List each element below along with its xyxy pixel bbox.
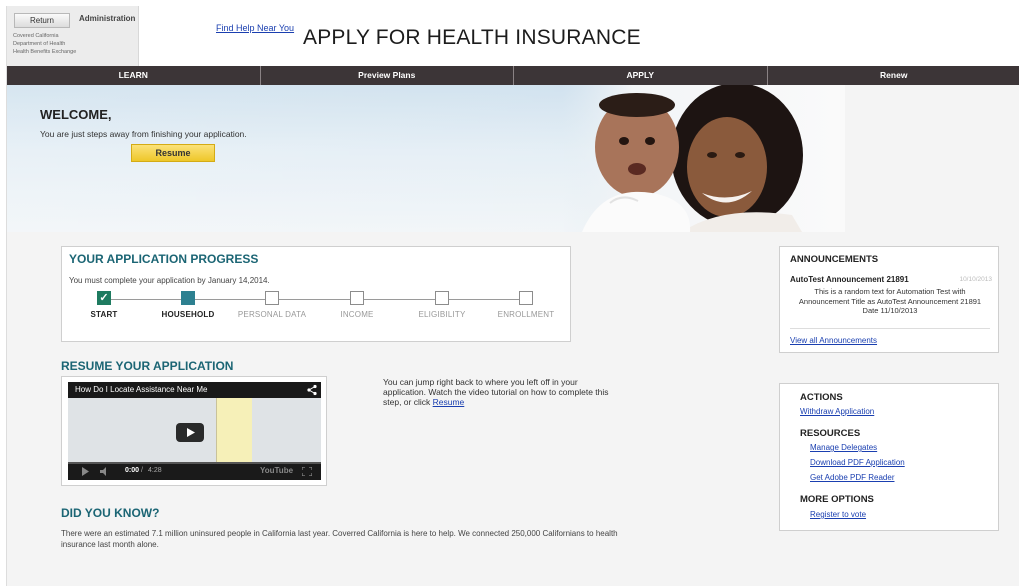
announcements-title: ANNOUNCEMENTS	[790, 254, 879, 265]
find-help-link[interactable]: Find Help Near You	[216, 23, 294, 33]
video-time-current: 0:00	[125, 467, 140, 474]
announcement-date: 10/10/2013	[959, 276, 992, 283]
mother-and-child-photo	[562, 85, 845, 232]
step-enrollment[interactable]: ENROLLMENT	[476, 291, 576, 319]
nav-item-renew[interactable]: Renew	[768, 66, 1019, 85]
did-you-know-text: There were an estimated 7.1 million unin…	[61, 529, 618, 549]
resume-description: You can jump right back to where you lef…	[383, 377, 623, 407]
register-to-vote-link[interactable]: Register to vote	[810, 510, 866, 519]
progress-deadline: You must complete your application by Ja…	[69, 276, 270, 285]
resume-button[interactable]: Resume	[131, 144, 215, 162]
org-line: Covered California	[13, 33, 59, 39]
org-line: Health Benefits Exchange	[13, 49, 77, 55]
resume-link[interactable]: Resume	[433, 397, 465, 407]
download-pdf-link[interactable]: Download PDF Application	[810, 458, 905, 467]
video-progress-bar[interactable]	[68, 462, 321, 464]
current-step-icon	[181, 291, 195, 305]
view-all-announcements-link[interactable]: View all Announcements	[790, 336, 877, 345]
nav-item-preview-plans[interactable]: Preview Plans	[261, 66, 514, 85]
admin-panel: Return Administration Covered California…	[7, 6, 139, 66]
checkbox-icon	[350, 291, 364, 305]
resume-description-text: You can jump right back to where you lef…	[383, 377, 609, 407]
announcement-title: AutoTest Announcement 21891	[790, 275, 909, 284]
checkbox-icon	[435, 291, 449, 305]
resume-section-title: RESUME YOUR APPLICATION	[61, 359, 234, 373]
checkbox-icon	[519, 291, 533, 305]
video-panel: How Do I Locate Assistance Near Me 0:00 …	[61, 376, 327, 486]
application-progress-panel: YOUR APPLICATION PROGRESS You must compl…	[61, 246, 571, 342]
welcome-heading: WELCOME,	[40, 107, 112, 122]
video-time-separator: /	[141, 467, 143, 474]
play-icon[interactable]	[176, 423, 204, 442]
video-title-bar: How Do I Locate Assistance Near Me	[68, 382, 321, 398]
more-options-title: MORE OPTIONS	[800, 494, 874, 505]
hero-banner: WELCOME, You are just steps away from fi…	[7, 85, 845, 232]
announcement-body: This is a random text for Automation Tes…	[798, 287, 982, 315]
volume-icon[interactable]	[100, 467, 110, 476]
tutorial-video[interactable]: How Do I Locate Assistance Near Me 0:00 …	[68, 382, 321, 480]
administration-link[interactable]: Administration	[79, 14, 135, 23]
did-you-know-title: DID YOU KNOW?	[61, 506, 160, 520]
announcements-panel: ANNOUNCEMENTS AutoTest Announcement 2189…	[779, 246, 999, 353]
fullscreen-icon[interactable]	[302, 467, 312, 476]
page-title: APPLY FOR HEALTH INSURANCE	[303, 26, 641, 49]
checkbox-icon	[265, 291, 279, 305]
page-frame: Return Administration Covered California…	[6, 6, 1019, 586]
check-icon: ✓	[97, 291, 111, 305]
manage-delegates-link[interactable]: Manage Delegates	[810, 443, 877, 452]
video-title: How Do I Locate Assistance Near Me	[75, 385, 208, 394]
actions-panel: ACTIONS Withdraw Application RESOURCES M…	[779, 383, 999, 531]
org-name: Covered California Department of Health …	[13, 32, 76, 56]
video-controls: 0:00 / 4:28 YouTube	[68, 462, 321, 480]
resources-title: RESOURCES	[800, 428, 861, 439]
return-button[interactable]: Return	[14, 13, 70, 28]
video-time-total: 4:28	[148, 467, 162, 474]
header: Return Administration Covered California…	[7, 6, 1019, 66]
nav-item-learn[interactable]: LEARN	[7, 66, 261, 85]
share-icon[interactable]	[306, 384, 318, 396]
play-small-icon[interactable]	[81, 467, 90, 476]
org-line: Department of Health	[13, 41, 66, 47]
divider	[790, 328, 990, 329]
youtube-logo[interactable]: YouTube	[260, 466, 293, 475]
adobe-reader-link[interactable]: Get Adobe PDF Reader	[810, 473, 895, 482]
actions-title: ACTIONS	[800, 392, 843, 403]
welcome-subtitle: You are just steps away from finishing y…	[40, 129, 247, 139]
progress-title: YOUR APPLICATION PROGRESS	[69, 252, 259, 266]
nav-item-apply[interactable]: APPLY	[514, 66, 768, 85]
step-label: ENROLLMENT	[497, 310, 555, 319]
main-nav: LEARN Preview Plans APPLY Renew	[7, 66, 1019, 85]
withdraw-application-link[interactable]: Withdraw Application	[800, 407, 874, 416]
